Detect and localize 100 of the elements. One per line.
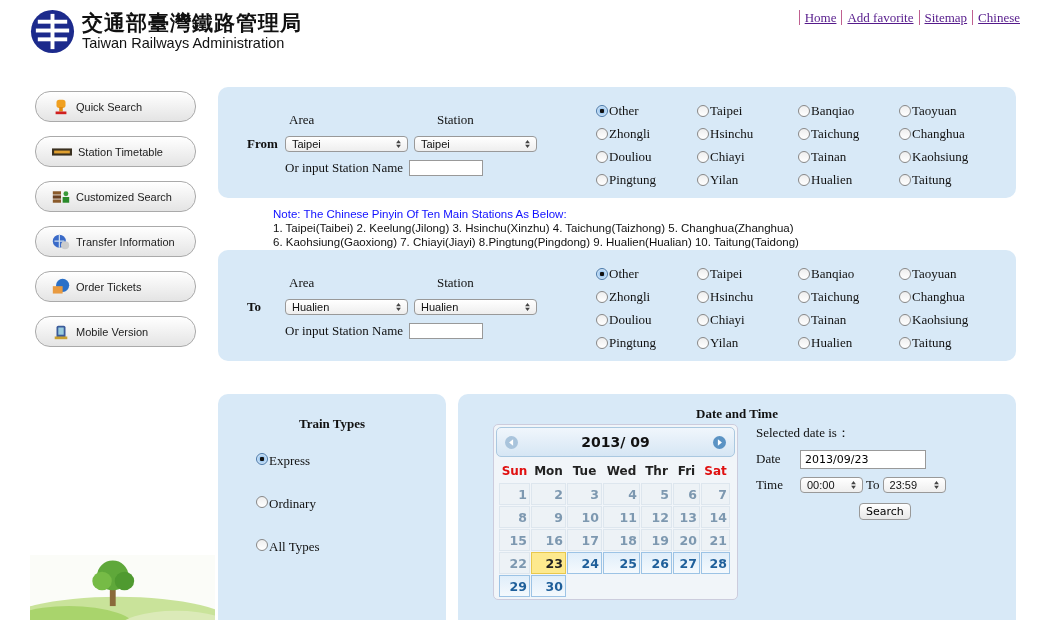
station-radio[interactable]: Banqiao [798,99,899,122]
radio-button[interactable] [596,104,608,117]
radio-button[interactable] [256,496,268,508]
radio-button[interactable] [697,336,709,349]
station-radio[interactable]: Taoyuan [899,99,1000,122]
calendar-day[interactable]: 27 [673,552,700,574]
station-radio[interactable]: Douliou [596,308,697,331]
station-radio[interactable]: Kaohsiung [899,308,1000,331]
station-radio[interactable]: Kaohsiung [899,145,1000,168]
calendar-day[interactable]: 28 [701,552,730,574]
radio-button[interactable] [596,313,608,326]
start-time-select[interactable]: 00:00 [800,477,863,493]
radio-button[interactable] [798,173,810,186]
station-radio[interactable]: Changhua [899,285,1000,308]
sidebar-button[interactable]: Mobile Version [35,316,196,347]
radio-button[interactable] [596,127,608,140]
top-link[interactable]: Sitemap [918,10,973,25]
station-name-field[interactable] [409,159,484,176]
station-radio[interactable]: Tainan [798,308,899,331]
station-radio[interactable]: Pingtung [596,331,697,354]
top-link[interactable]: Chinese [972,10,1025,25]
radio-button[interactable] [596,290,608,303]
station-radio[interactable]: Taipei [697,99,798,122]
radio-button[interactable] [697,267,709,280]
radio-button[interactable] [697,290,709,303]
calendar-day[interactable]: 30 [531,575,566,597]
area-select[interactable]: Taipei [285,135,408,152]
station-radio[interactable]: Chiayi [697,308,798,331]
radio-button[interactable] [596,150,608,163]
station-radio[interactable]: Hsinchu [697,285,798,308]
station-radio[interactable]: Hsinchu [697,122,798,145]
station-name-field[interactable] [409,322,484,339]
radio-button[interactable] [899,173,911,186]
station-radio[interactable]: Yilan [697,168,798,191]
station-radio[interactable]: Taichung [798,122,899,145]
radio-button[interactable] [697,313,709,326]
date-field[interactable]: 2013/09/23 [800,449,926,469]
calendar-day[interactable]: 23 [531,552,566,574]
station-radio[interactable]: Hualien [798,331,899,354]
calendar-day[interactable]: 29 [499,575,530,597]
radio-button[interactable] [798,290,810,303]
station-select[interactable]: Hualien [414,298,537,315]
top-link[interactable]: Add favorite [841,10,919,25]
station-radio[interactable]: Other [596,262,697,285]
end-time-select[interactable]: 23:59 [882,477,946,493]
radio-button[interactable] [899,290,911,303]
station-radio[interactable]: Other [596,99,697,122]
radio-button[interactable] [798,336,810,349]
area-select[interactable]: Hualien [285,298,408,315]
train-type-radio[interactable]: All Types [256,539,446,582]
top-link[interactable]: Home [798,10,842,25]
prev-month-icon[interactable] [505,435,518,449]
station-radio[interactable]: Pingtung [596,168,697,191]
radio-button[interactable] [256,539,268,551]
next-month-icon[interactable] [713,435,726,449]
radio-button[interactable] [899,267,911,280]
station-radio[interactable]: Chiayi [697,145,798,168]
radio-button[interactable] [798,313,810,326]
search-button[interactable]: Search [859,503,911,520]
station-radio[interactable]: Douliou [596,145,697,168]
radio-button[interactable] [798,127,810,140]
station-select[interactable]: Taipei [414,135,537,152]
station-radio[interactable]: Tainan [798,145,899,168]
sidebar-button[interactable]: Order Tickets [35,271,196,302]
station-radio[interactable]: Hualien [798,168,899,191]
station-radio[interactable]: Taitung [899,168,1000,191]
radio-button[interactable] [697,104,709,117]
radio-button[interactable] [899,150,911,163]
radio-button[interactable] [798,104,810,117]
radio-button[interactable] [596,173,608,186]
radio-button[interactable] [256,453,268,465]
calendar-day[interactable]: 24 [567,552,602,574]
radio-button[interactable] [596,267,608,280]
station-radio[interactable]: Changhua [899,122,1000,145]
radio-button[interactable] [899,127,911,140]
radio-button[interactable] [697,173,709,186]
sidebar-button[interactable]: Transfer Information [35,226,196,257]
station-radio[interactable]: Taipei [697,262,798,285]
sidebar-button[interactable]: Customized Search [35,181,196,212]
sidebar-button[interactable]: Quick Search [35,91,196,122]
radio-button[interactable] [899,104,911,117]
train-type-radio[interactable]: Express [256,453,446,496]
radio-button[interactable] [798,150,810,163]
radio-button[interactable] [697,150,709,163]
station-radio[interactable]: Banqiao [798,262,899,285]
station-radio[interactable]: Taitung [899,331,1000,354]
calendar-day[interactable]: 26 [641,552,672,574]
station-radio[interactable]: Yilan [697,331,798,354]
radio-button[interactable] [899,313,911,326]
radio-button[interactable] [596,336,608,349]
radio-button[interactable] [899,336,911,349]
radio-button[interactable] [697,127,709,140]
calendar-day[interactable]: 25 [603,552,640,574]
radio-button[interactable] [798,267,810,280]
station-radio[interactable]: Zhongli [596,285,697,308]
train-type-radio[interactable]: Ordinary [256,496,446,539]
sidebar-button[interactable]: Station Timetable [35,136,196,167]
station-radio[interactable]: Taichung [798,285,899,308]
station-radio[interactable]: Zhongli [596,122,697,145]
station-radio[interactable]: Taoyuan [899,262,1000,285]
